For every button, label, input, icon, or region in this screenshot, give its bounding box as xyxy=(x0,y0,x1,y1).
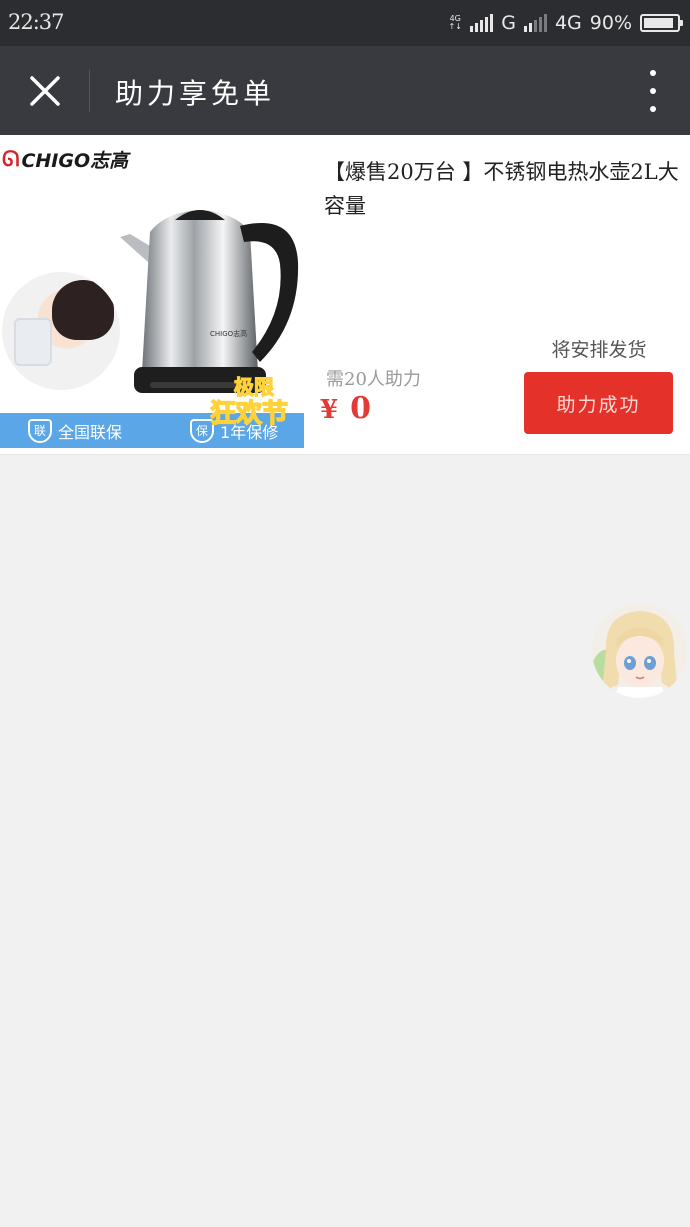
network-type-icon: 4G ↑↓ xyxy=(448,14,462,31)
battery-percent: 90% xyxy=(589,12,632,34)
status-icons: 4G ↑↓ G 4G 90% xyxy=(448,10,683,36)
model-photo xyxy=(2,272,120,390)
title-bar: 助力享免单 xyxy=(0,46,690,135)
floating-avatar[interactable] xyxy=(592,603,687,698)
close-icon xyxy=(30,76,60,106)
page-title: 助力享免单 xyxy=(115,77,276,110)
close-button[interactable] xyxy=(22,68,68,114)
currency-symbol: ¥ xyxy=(320,395,339,425)
status-bar: 22:37 4G ↑↓ G 4G 90% xyxy=(0,0,690,46)
brand-logo: ᘏ CHIGO志高 xyxy=(2,147,129,172)
battery-fill xyxy=(644,18,673,28)
promo-badge: 极限 狂欢节 xyxy=(210,374,289,429)
anime-avatar-icon xyxy=(592,603,687,698)
product-card[interactable]: ᘏ CHIGO志高 CHIGO志高 联 全国联保 保 1年保修 极限 狂欢节 【… xyxy=(0,135,690,455)
status-time: 22:37 xyxy=(8,10,65,34)
brand-swirl-icon: ᘏ xyxy=(2,147,20,171)
more-options-button[interactable] xyxy=(642,70,664,112)
price: ¥0 xyxy=(320,391,371,426)
more-dot-icon xyxy=(650,70,656,76)
signal-strength-icon xyxy=(470,14,494,32)
product-name[interactable]: 【爆售20万台 】不锈钢电热水壶2L大容量 xyxy=(324,155,684,223)
required-helpers: 需20人助力 xyxy=(326,369,421,390)
shield-icon: 联 xyxy=(28,418,52,443)
svg-text:CHIGO志高: CHIGO志高 xyxy=(210,329,247,338)
product-image[interactable]: ᘏ CHIGO志高 CHIGO志高 联 全国联保 保 1年保修 极限 狂欢节 xyxy=(0,142,304,448)
assist-success-button[interactable]: 助力成功 xyxy=(524,372,673,434)
nationwide-warranty-badge: 联 全国联保 xyxy=(28,418,122,443)
network-4g-label: 4G xyxy=(554,12,582,34)
price-value: 0 xyxy=(350,391,371,426)
title-divider xyxy=(89,70,90,112)
promo-line2: 狂欢节 xyxy=(210,399,288,429)
shipping-note: 将安排发货 xyxy=(551,339,647,361)
more-dot-icon xyxy=(650,88,656,94)
more-dot-icon xyxy=(650,106,656,112)
network-g-label: G xyxy=(501,12,516,34)
promo-line1: 极限 xyxy=(234,375,274,399)
signal-strength-icon-2 xyxy=(523,14,547,32)
battery-icon xyxy=(640,14,683,32)
